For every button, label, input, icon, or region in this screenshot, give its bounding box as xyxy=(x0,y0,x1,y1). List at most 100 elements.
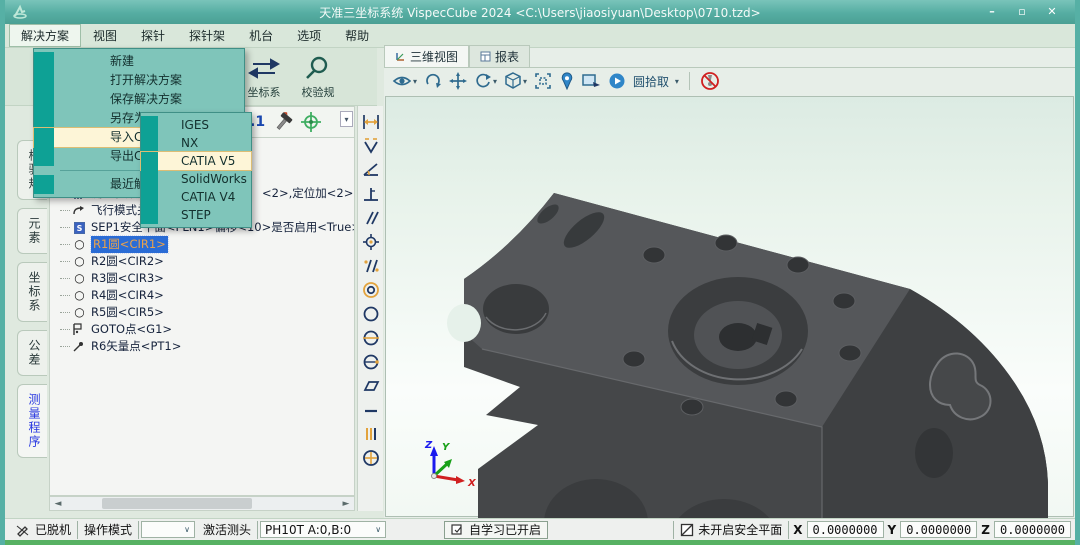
flatness-icon[interactable] xyxy=(360,374,382,398)
tab-tolerance[interactable]: 公差 xyxy=(17,330,47,376)
tree-row-circle-2[interactable]: ○ R2圆<CIR2> xyxy=(50,253,354,270)
visibility-eye-button[interactable]: ▾ xyxy=(392,73,417,89)
tree-row-circle-1[interactable]: ○ R1圆<CIR1> xyxy=(50,236,354,253)
cylindricity-icon[interactable] xyxy=(360,326,382,350)
pick-mode-dropdown[interactable]: 圆拾取 ▾ xyxy=(633,73,679,90)
gauge-check-button[interactable]: 校验规 xyxy=(293,54,343,102)
chevron-down-icon: ▾ xyxy=(675,77,679,86)
decimal-point-icon[interactable]: .1 xyxy=(250,111,265,133)
menu-item-save-solution[interactable]: 保存解决方案 xyxy=(34,90,244,109)
y-coordinate-label: Y xyxy=(884,523,901,537)
chevron-down-icon: ▾ xyxy=(493,77,497,86)
tree-row-vector-point[interactable]: R6矢量点<PT1> xyxy=(50,338,354,355)
play-pick-button[interactable] xyxy=(608,72,626,90)
angle-icon[interactable] xyxy=(360,158,382,182)
circle-icon: ○ xyxy=(72,253,87,270)
distance-icon[interactable] xyxy=(360,110,382,134)
tab-3d-view[interactable]: 三维视图 xyxy=(384,45,469,67)
minimize-button[interactable]: – xyxy=(979,3,1005,21)
safety-plane-icon: S xyxy=(72,219,87,236)
submenu-item-catia-v4[interactable]: CATIA V4 xyxy=(141,188,251,206)
probe-disabled-button[interactable] xyxy=(700,71,720,91)
concentricity-icon[interactable] xyxy=(360,278,382,302)
parallelism-icon[interactable] xyxy=(360,206,382,230)
operation-mode-label: 操作模式 xyxy=(78,521,139,539)
coordinate-system-button[interactable]: 坐标系 xyxy=(239,54,289,102)
app-window: 天准三坐标系统 VispecCube 2024 <C:\Users\jiaosi… xyxy=(0,0,1080,545)
x-coordinate-label: X xyxy=(789,523,806,537)
tree-horizontal-scrollbar[interactable]: ◄ ► xyxy=(49,496,355,511)
tab-measure-program[interactable]: 测量程序 xyxy=(17,384,47,458)
rotate-view-button[interactable]: ▾ xyxy=(474,72,497,90)
fly-mode-icon xyxy=(72,205,87,217)
window-title: 天准三坐标系统 VispecCube 2024 <C:\Users\jiaosi… xyxy=(5,4,1075,21)
submenu-item-iges[interactable]: IGES xyxy=(141,116,251,134)
zoom-fit-button[interactable] xyxy=(534,72,552,90)
safety-plane-off-icon xyxy=(680,523,694,537)
menu-options[interactable]: 选项 xyxy=(285,24,333,47)
position-crosshair-icon[interactable] xyxy=(360,446,382,470)
circle-icon: ○ xyxy=(72,287,87,304)
circle-icon: ○ xyxy=(72,304,87,321)
active-probe-select[interactable]: PH10T A:0,B:0 ∨ xyxy=(260,521,386,538)
scroll-right-arrow[interactable]: ► xyxy=(338,499,354,509)
menu-help[interactable]: 帮助 xyxy=(333,24,381,47)
viewport-3d[interactable]: Z Y X xyxy=(385,96,1074,517)
orbit-rotate-button[interactable] xyxy=(424,72,442,90)
menu-probe[interactable]: 探针 xyxy=(129,24,177,47)
menu-view[interactable]: 视图 xyxy=(81,24,129,47)
self-learn-button[interactable]: 自学习已开启 xyxy=(444,521,548,539)
svg-text:X: X xyxy=(467,478,477,489)
hammer-icon[interactable] xyxy=(272,111,294,133)
maximize-button[interactable]: ▫ xyxy=(1009,3,1035,21)
active-probe-label: 激活测头 xyxy=(197,521,258,539)
report-icon xyxy=(480,51,491,62)
menu-machine[interactable]: 机台 xyxy=(237,24,285,47)
close-button[interactable]: ✕ xyxy=(1039,3,1065,21)
toolbar-overflow-button[interactable]: ▾ xyxy=(340,111,353,127)
menu-bar: 解决方案 视图 探针 探针架 机台 选项 帮助 xyxy=(5,24,1075,48)
scrollbar-thumb[interactable] xyxy=(102,498,252,509)
part-3d xyxy=(386,97,1080,521)
vector-point-icon xyxy=(72,341,87,353)
straightness-icon[interactable] xyxy=(360,398,382,422)
symmetry-icon[interactable] xyxy=(360,422,382,446)
submenu-item-nx[interactable]: NX xyxy=(141,134,251,152)
chevron-down-icon: ∨ xyxy=(184,525,190,534)
z-coordinate-label: Z xyxy=(977,523,994,537)
submenu-item-step[interactable]: STEP xyxy=(141,206,251,224)
submenu-item-catia-v5[interactable]: CATIA V5 xyxy=(141,152,251,170)
submenu-item-solidworks[interactable]: SolidWorks xyxy=(141,170,251,188)
circularity-icon[interactable] xyxy=(360,302,382,326)
pan-move-button[interactable] xyxy=(449,72,467,90)
position-icon[interactable] xyxy=(360,230,382,254)
locate-pin-button[interactable] xyxy=(559,72,575,90)
tree-row-goto-point[interactable]: GOTO点<G1> xyxy=(50,321,354,338)
viewport-toolbar: ▾ ▾ ▾ 圆拾取 ▾ xyxy=(384,68,1075,94)
coordinate-system-icon xyxy=(239,54,289,84)
tree-row-circle-3[interactable]: ○ R3圆<CIR3> xyxy=(50,270,354,287)
menu-probe-rack[interactable]: 探针架 xyxy=(177,24,237,47)
target-axis-icon[interactable] xyxy=(300,111,322,133)
angle-vee-icon[interactable] xyxy=(360,134,382,158)
tab-elements[interactable]: 元素 xyxy=(17,208,47,254)
view-cube-button[interactable]: ▾ xyxy=(504,72,527,90)
tree-row-circle-4[interactable]: ○ R4圆<CIR4> xyxy=(50,287,354,304)
capture-window-button[interactable] xyxy=(582,73,601,89)
chevron-down-icon: ▾ xyxy=(523,77,527,86)
perpendicularity-icon[interactable] xyxy=(360,182,382,206)
self-learn-icon xyxy=(451,524,465,536)
menu-item-new[interactable]: 新建 xyxy=(34,52,244,71)
menu-solution[interactable]: 解决方案 xyxy=(9,24,81,47)
menu-item-open-solution[interactable]: 打开解决方案 xyxy=(34,71,244,90)
scroll-left-arrow[interactable]: ◄ xyxy=(50,499,66,509)
operation-mode-select[interactable]: ∨ xyxy=(141,521,195,538)
offline-status: 已脱机 xyxy=(9,521,78,539)
toolbar-separator xyxy=(689,72,690,90)
tree-row-circle-5[interactable]: ○ R5圆<CIR5> xyxy=(50,304,354,321)
circle-profile-icon[interactable] xyxy=(360,350,382,374)
z-coordinate-value: 0.0000000 xyxy=(994,521,1071,538)
runout-icon[interactable] xyxy=(360,254,382,278)
tab-report[interactable]: 报表 xyxy=(469,45,530,67)
tab-coordinate-system[interactable]: 坐标系 xyxy=(17,262,47,322)
